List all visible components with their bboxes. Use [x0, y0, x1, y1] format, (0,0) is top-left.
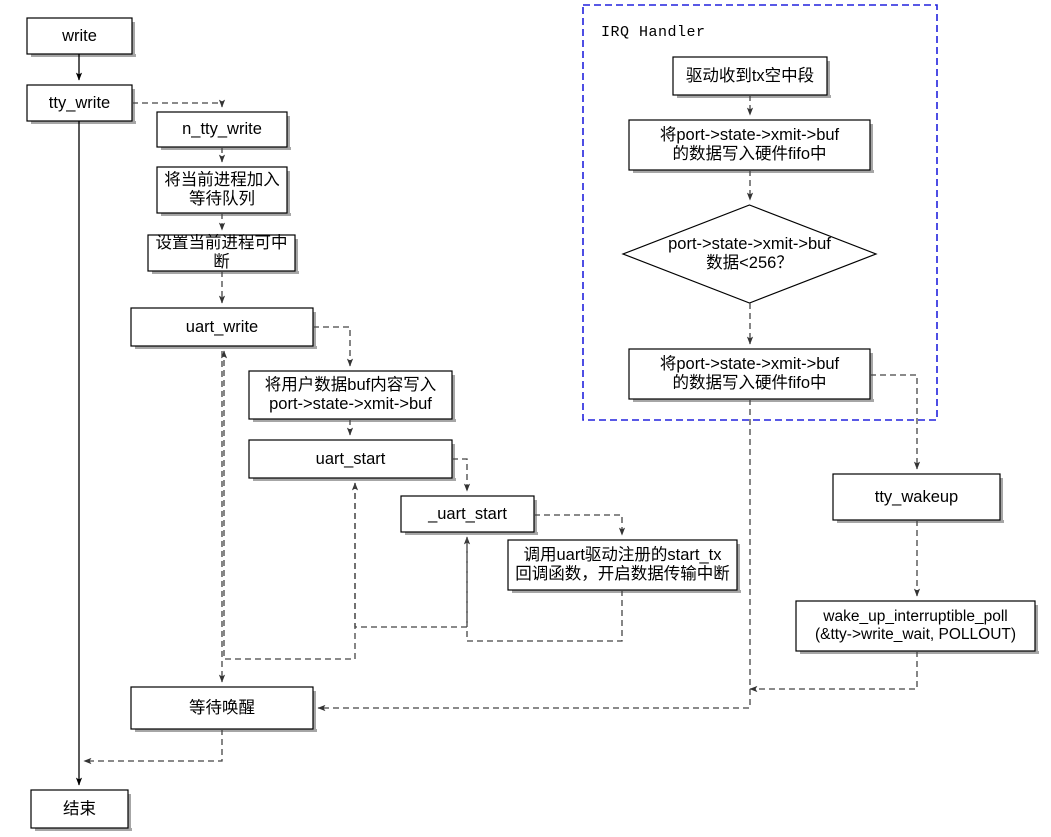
node-underscore-uart-start — [400, 495, 535, 533]
node-tx-empty — [672, 56, 828, 96]
edge-underscore-uart-start-to-start-tx — [534, 514, 626, 536]
node-end — [30, 789, 129, 829]
flowchart-canvas: write tty_write n_tty_write 将当前进程加入 等待队列… — [0, 0, 1051, 837]
node-tty-write — [26, 84, 133, 122]
node-copy-buf — [248, 370, 453, 420]
irq-handler-group-title: IRQ Handler — [601, 24, 706, 41]
node-uart-start — [248, 439, 453, 479]
node-tty-wakeup — [832, 473, 1001, 521]
node-fifo-2 — [628, 348, 871, 400]
node-add-wait — [156, 166, 288, 214]
edge-fifo-2-to-tty-wakeup — [870, 374, 921, 470]
node-wait-wake — [130, 686, 314, 730]
node-n-tty-write — [156, 111, 288, 148]
node-start-tx — [507, 539, 738, 591]
node-uart-write — [130, 307, 314, 347]
edge-wait-wake-to-end — [83, 729, 223, 765]
node-wake-poll — [795, 600, 1036, 652]
flowchart-svg — [26, 4, 1039, 831]
edge-tty-write-to-n-tty-write — [132, 99, 226, 108]
edge-uart-write-to-copy-buf — [313, 326, 354, 367]
node-outlines — [26, 17, 1036, 829]
node-set-intr — [147, 234, 296, 272]
edge-wake-poll-return-to-wait-wake — [749, 651, 918, 693]
node-fifo-1 — [628, 119, 871, 171]
node-write — [26, 17, 133, 55]
node-decision-buf-size — [621, 204, 878, 304]
